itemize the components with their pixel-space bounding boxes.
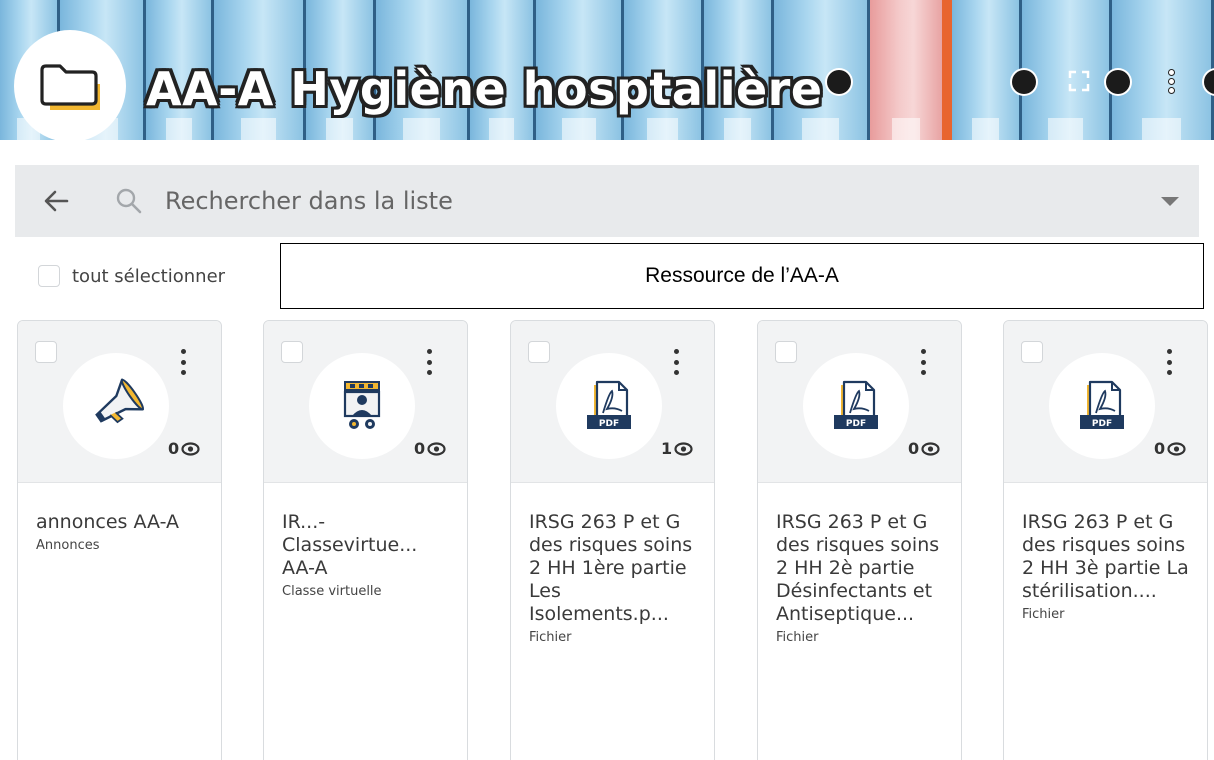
- select-all-label: tout sélectionner: [72, 265, 226, 287]
- folder-icon: [14, 30, 126, 140]
- page-banner: AA-A Hygiène hosptalière: [0, 0, 1214, 140]
- card-checkbox[interactable]: [35, 341, 57, 363]
- resource-card[interactable]: 0 annonces AA-A Annonces: [17, 320, 222, 760]
- card-menu-icon[interactable]: [916, 349, 930, 375]
- eye-icon: [1167, 441, 1186, 456]
- search-bar: [15, 165, 1199, 237]
- card-checkbox[interactable]: [1021, 341, 1043, 363]
- card-title[interactable]: annonces AA-A: [36, 511, 203, 534]
- card-menu-icon[interactable]: [1162, 349, 1176, 375]
- card-menu-icon[interactable]: [176, 349, 190, 375]
- search-icon: [116, 188, 142, 214]
- view-count: 0: [168, 439, 200, 458]
- fullscreen-icon[interactable]: [1068, 68, 1090, 94]
- card-checkbox[interactable]: [281, 341, 303, 363]
- resource-card[interactable]: PDF 1 IRSG 263 P et G des risques soins …: [510, 320, 715, 760]
- card-title[interactable]: IRSG 263 P et G des risques soins 2 HH 2…: [776, 511, 943, 626]
- pdf-icon: PDF: [803, 353, 909, 459]
- card-menu-icon[interactable]: [422, 349, 436, 375]
- card-type: Classe virtuelle: [282, 584, 382, 599]
- resource-heading: Ressource de l’AA-A: [645, 264, 839, 287]
- resource-card[interactable]: 0 IR...-Classevirtue... AA-A Classe virt…: [263, 320, 468, 760]
- eye-icon: [427, 441, 446, 456]
- card-title[interactable]: IRSG 263 P et G des risques soins 2 HH 1…: [529, 511, 696, 626]
- view-count: 0: [414, 439, 446, 458]
- trumpet-icon: [63, 353, 169, 459]
- view-count: 1: [661, 439, 693, 458]
- card-type: Fichier: [1022, 607, 1065, 622]
- card-type: Fichier: [529, 630, 572, 645]
- pdf-icon: PDF: [1049, 353, 1155, 459]
- svg-text:PDF: PDF: [1092, 419, 1112, 429]
- card-checkbox[interactable]: [775, 341, 797, 363]
- card-menu-icon[interactable]: [669, 349, 683, 375]
- select-all-checkbox[interactable]: [38, 265, 60, 287]
- svg-text:PDF: PDF: [599, 419, 619, 429]
- resource-card[interactable]: PDF 0 IRSG 263 P et G des risques soins …: [757, 320, 962, 760]
- card-type: Annonces: [36, 538, 100, 553]
- card-title[interactable]: IR...-Classevirtue... AA-A: [282, 511, 449, 580]
- svg-text:PDF: PDF: [846, 419, 866, 429]
- chevron-down-icon[interactable]: [1161, 197, 1179, 206]
- card-checkbox[interactable]: [528, 341, 550, 363]
- eye-icon: [674, 441, 693, 456]
- view-count: 0: [908, 439, 940, 458]
- back-arrow-icon[interactable]: [43, 189, 69, 213]
- card-type: Fichier: [776, 630, 819, 645]
- pdf-icon: PDF: [556, 353, 662, 459]
- banner-bullet: [1106, 70, 1130, 94]
- page-title: AA-A Hygiène hosptalière: [146, 62, 823, 116]
- more-options-icon[interactable]: [1160, 68, 1182, 94]
- banner-bullet: [827, 70, 851, 94]
- eye-icon: [921, 441, 940, 456]
- card-title[interactable]: IRSG 263 P et G des risques soins 2 HH 3…: [1022, 511, 1189, 603]
- banner-bullet: [1012, 70, 1036, 94]
- eye-icon: [181, 441, 200, 456]
- virtual-class-icon: [309, 353, 415, 459]
- select-all-toggle[interactable]: tout sélectionner: [38, 265, 225, 287]
- view-count: 0: [1154, 439, 1186, 458]
- resource-card[interactable]: PDF 0 IRSG 263 P et G des risques soins …: [1003, 320, 1208, 760]
- search-input[interactable]: [165, 181, 1065, 221]
- resource-heading-box: Ressource de l’AA-A: [280, 243, 1204, 309]
